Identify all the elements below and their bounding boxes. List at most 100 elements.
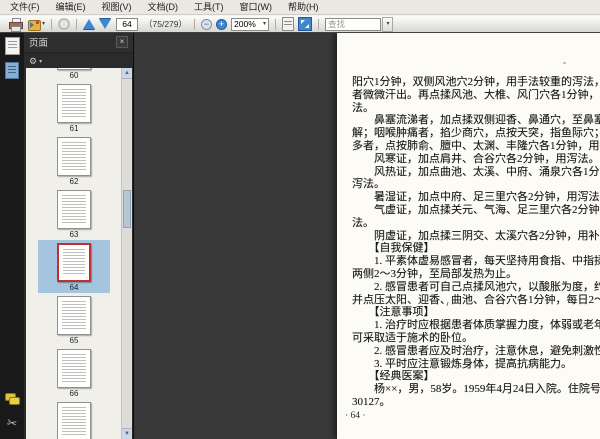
thumbnail-page-preview[interactable]: [57, 243, 91, 282]
document-text-line: 【注意事项】: [352, 306, 435, 319]
thumbnail-page-preview[interactable]: [57, 402, 91, 439]
document-text-line: 气虚证，加点揉关元、气海、足三里穴各2分钟，用补: [373, 203, 600, 216]
thumbnail-scrollbar[interactable]: ▲ ▼: [121, 68, 132, 439]
fit-width-button[interactable]: [282, 17, 295, 32]
main-toolbar: ▾ （75/279） − + 200% ▾: [0, 15, 600, 33]
document-page[interactable]: 阳穴1分钟，双侧风池穴2分钟，用手法较重的泻法，使患 者微微汗出。再点揉风池、大…: [337, 32, 600, 439]
next-page-button[interactable]: [99, 17, 112, 32]
comments-panel-icon: [5, 393, 20, 405]
toolbar-separator: [76, 18, 78, 30]
pages-panel: 页面 × ⚙ ▾ 60 61 62 63 64 65 66 6: [24, 32, 134, 439]
scroll-down-icon[interactable]: ▼: [122, 428, 132, 439]
search-input[interactable]: [325, 17, 382, 31]
thumbnail-item[interactable]: 61: [38, 81, 110, 134]
comments-panel-button[interactable]: [0, 393, 24, 405]
print-icon: [8, 17, 23, 32]
menu-bar: 文件(F) 编辑(E) 视图(V) 文档(D) 工具(T) 窗口(W) 帮助(H…: [0, 0, 600, 15]
thumbnail-item[interactable]: 63: [38, 187, 110, 240]
document-text-line: 法。: [352, 216, 374, 229]
document-text-line: 泻法。: [352, 178, 385, 191]
menu-item[interactable]: 文件(F): [2, 0, 48, 14]
menu-item[interactable]: 视图(V): [94, 0, 140, 14]
zoom-in-button[interactable]: +: [216, 17, 228, 32]
thumbnail-page-number: 60: [69, 71, 79, 80]
fit-width-icon: [282, 17, 295, 31]
previous-page-button[interactable]: [83, 17, 96, 32]
document-text-line: 风寒证，加点肩井、合谷穴各2分钟，用泻法。: [352, 152, 600, 165]
scroll-up-icon[interactable]: ▲: [122, 68, 132, 79]
panel-options-gear-icon[interactable]: ⚙: [29, 56, 37, 67]
document-text-line: 鼻塞流涕者，加点揉双侧迎香、鼻通穴，至鼻塞症状缓: [373, 114, 600, 127]
thumbnail-page-preview[interactable]: [57, 349, 91, 388]
refresh-button-disabled[interactable]: [58, 17, 71, 32]
document-text-line: 1. 治疗时应根据患者体质掌握力度，体弱或老年患者也: [373, 319, 600, 332]
document-text-line: 杨××，男，58岁。1959年4月24日入院。住院号：: [352, 383, 600, 396]
document-workspace: 阳穴1分钟，双侧风池穴2分钟，用手法较重的泻法，使患 者微微汗出。再点揉风池、大…: [134, 32, 600, 439]
zoom-level-value: 200%: [234, 19, 256, 29]
refresh-icon: [58, 18, 71, 30]
page-number-input[interactable]: [116, 17, 139, 31]
thumbnail-item[interactable]: 62: [38, 134, 110, 187]
thumbnail-item[interactable]: 60: [38, 68, 110, 81]
toolbar-separator: [51, 18, 53, 30]
thumbnail-page-preview[interactable]: [57, 296, 91, 335]
document-text-line: 解；咽喉肿痛者，掐少商穴，点按天突，指鱼际穴；咳嗽痰: [352, 127, 600, 140]
export-button[interactable]: ▾: [27, 17, 45, 32]
thumbnail-page-preview[interactable]: [57, 84, 91, 123]
fit-page-button[interactable]: [298, 17, 313, 32]
document-text-line: 30127。: [352, 395, 391, 408]
pages-panel-button[interactable]: [0, 37, 24, 55]
document-text-block: 阳穴1分钟，双侧风池穴2分钟，用手法较重的泻法，使患 者微微汗出。再点揉风池、大…: [352, 76, 600, 409]
menu-item[interactable]: 窗口(W): [232, 0, 281, 14]
document-text-line: 【经典医案】: [352, 370, 435, 383]
zoom-out-button[interactable]: −: [201, 17, 213, 32]
document-text-line: 者微微汗出。再点揉风池、大椎、风门穴各1分钟，均用泻: [352, 88, 600, 101]
fit-page-icon: [298, 17, 313, 31]
document-text-line: 2. 感冒患者应及时治疗，注意休息，避免刺激性食物。: [373, 344, 600, 357]
pages-panel-title: 页面: [29, 38, 49, 49]
document-text-line: 【自我保健】: [352, 242, 435, 255]
document-text-line: 2. 感冒患者可自己点揉风池穴，以酸胀为度，约2分钟，: [373, 280, 600, 293]
document-text-line: 阴虚证，加点揉三阴交、太溪穴各2分钟，用补法。: [352, 229, 600, 242]
thumbnail-scroll-content: 60 61 62 63 64 65 66 67: [26, 68, 122, 439]
thumbnail-item[interactable]: 67: [38, 399, 110, 439]
pages-panel-header: 页面 ×: [24, 32, 133, 53]
search-caret-icon: ▾: [386, 21, 390, 27]
scrollbar-thumb[interactable]: [123, 190, 131, 228]
thumbnail-item[interactable]: 64: [38, 240, 110, 293]
scan-speck: [563, 62, 566, 64]
attachments-panel-button[interactable]: ✂︎: [0, 415, 24, 431]
search-options-dropdown[interactable]: ▾: [382, 16, 394, 32]
print-button[interactable]: [8, 17, 23, 32]
toolbar-separator: [318, 18, 320, 30]
zoom-caret-icon: ▾: [263, 21, 267, 27]
bookmarks-panel-button[interactable]: [0, 62, 24, 79]
thumbnail-page-number: 63: [69, 230, 79, 239]
thumbnail-page-preview[interactable]: [57, 137, 91, 176]
toolbar-separator: [194, 18, 196, 30]
document-text-line: 1. 平素体虚易感冒者，每天坚持用食指、中指揉点鼻翼: [373, 255, 600, 268]
menu-item[interactable]: 帮助(H): [280, 0, 327, 14]
menu-item[interactable]: 文档(D): [140, 0, 187, 14]
zoom-level-dropdown[interactable]: 200% ▾: [231, 17, 270, 31]
zoom-out-icon: −: [201, 18, 213, 30]
thumbnail-item[interactable]: 65: [38, 293, 110, 346]
page-count-label: （75/279）: [144, 19, 188, 29]
menu-item[interactable]: 编辑(E): [48, 0, 94, 14]
thumbnail-page-preview[interactable]: [57, 68, 91, 70]
thumbnail-page-preview[interactable]: [57, 190, 91, 229]
export-caret-icon: ▾: [42, 21, 46, 27]
panel-close-button[interactable]: ×: [116, 36, 128, 48]
page-down-icon: [99, 19, 112, 29]
attachments-panel-icon: ✂︎: [5, 415, 19, 431]
thumbnail-page-number: 62: [69, 177, 79, 186]
page-up-icon: [83, 19, 96, 29]
thumbnail-item[interactable]: 66: [38, 346, 110, 399]
document-text-line: 暑湿证，加点中府、足三里穴各2分钟，用泻法。: [352, 191, 600, 204]
document-text-line: 多者，点按肺俞、膻中、太渊、丰隆穴各1分钟，用泻法。: [352, 139, 600, 152]
thumbnail-list: 60 61 62 63 64 65 66 67 ▲ ▼: [26, 68, 132, 439]
document-text-line: 两侧2～3分钟，至局部发热为止。: [352, 267, 517, 280]
menu-item[interactable]: 工具(T): [186, 0, 232, 14]
pages-panel-icon: [4, 37, 20, 55]
panel-options-caret-icon[interactable]: ▾: [39, 58, 42, 65]
